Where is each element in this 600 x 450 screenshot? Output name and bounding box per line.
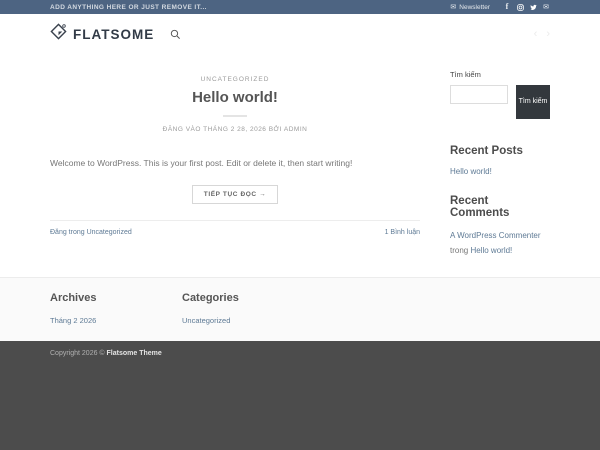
recent-comment-item: A WordPress Commenter trong Hello world! — [450, 228, 550, 258]
category-link[interactable]: Uncategorized — [182, 316, 230, 325]
categories-title: Categories — [182, 292, 314, 304]
newsletter-label: Newsletter — [459, 4, 490, 11]
page: ADD ANYTHING HERE OR JUST REMOVE IT... ✉… — [0, 0, 600, 450]
read-more-button[interactable]: TIẾP TỤC ĐỌC → — [192, 185, 278, 204]
search-input[interactable] — [450, 85, 508, 104]
post-header: UNCATEGORIZED Hello world! ĐĂNG VÀO THÁN… — [50, 54, 420, 133]
comment-author-link[interactable]: A WordPress Commenter — [450, 231, 541, 240]
search-widget-label: Tìm kiếm — [450, 70, 550, 79]
post-meta-row: Đăng trong Uncategorized 1 Bình luận — [50, 220, 420, 236]
recent-post-link[interactable]: Hello world! — [450, 167, 492, 176]
footer-widgets: Archives Tháng 2 2026 Categories Uncateg… — [0, 277, 600, 341]
archives-widget: Archives Tháng 2 2026 — [50, 292, 182, 328]
post-date: ĐĂNG VÀO THÁNG 2 28, 2026 BỞI ADMIN — [50, 126, 420, 133]
recent-comments-title: Recent Comments — [450, 195, 550, 219]
newsletter-link[interactable]: ✉ Newsletter — [450, 4, 490, 11]
recent-posts-title: Recent Posts — [450, 145, 550, 157]
post-title-link[interactable]: Hello world! — [50, 89, 420, 106]
categories-widget: Categories Uncategorized — [182, 292, 314, 328]
absolute-footer: Copyright 2026 © Flatsome Theme — [0, 341, 600, 450]
nav-prev-icon[interactable]: ‹ — [534, 29, 538, 40]
topbar: ADD ANYTHING HERE OR JUST REMOVE IT... ✉… — [0, 0, 600, 14]
nav-next-icon[interactable]: › — [546, 29, 550, 40]
search-icon[interactable] — [170, 29, 181, 40]
header-nav-arrows: ‹ › — [534, 29, 550, 40]
posted-in-label: Đăng trong — [50, 229, 85, 236]
posted-in-category-link[interactable]: Uncategorized — [87, 229, 132, 236]
instagram-icon[interactable] — [516, 3, 524, 11]
comments-link[interactable]: 1 Bình luận — [385, 229, 420, 236]
email-icon[interactable]: ✉ — [542, 3, 550, 11]
twitter-icon[interactable] — [529, 3, 537, 11]
comment-post-link[interactable]: Hello world! — [470, 246, 512, 255]
archive-month-link[interactable]: Tháng 2 2026 — [50, 316, 96, 325]
read-more-wrap: TIẾP TỤC ĐỌC → — [50, 183, 420, 204]
post-category-link[interactable]: UNCATEGORIZED — [201, 76, 270, 83]
copyright: Copyright 2026 © Flatsome Theme — [50, 350, 550, 357]
search-widget: Tìm kiếm Tìm kiếm — [450, 70, 550, 119]
sidebar: Tìm kiếm Tìm kiếm Recent Posts Hello wor… — [450, 54, 550, 258]
copyright-text: Copyright 2026 © — [50, 350, 107, 357]
posted-in: Đăng trong Uncategorized — [50, 229, 132, 236]
logo-text: FLATSOME — [73, 27, 154, 42]
comment-connector: trong — [450, 246, 468, 255]
title-divider — [223, 115, 247, 117]
main-content: UNCATEGORIZED Hello world! ĐĂNG VÀO THÁN… — [0, 54, 600, 277]
envelope-icon: ✉ — [450, 4, 456, 11]
site-header: FLATSOME ‹ › — [0, 14, 600, 54]
blog-post: UNCATEGORIZED Hello world! ĐĂNG VÀO THÁN… — [50, 54, 420, 236]
facebook-icon[interactable]: f — [503, 3, 511, 11]
flatsome-gem-icon — [50, 23, 67, 45]
topbar-message: ADD ANYTHING HERE OR JUST REMOVE IT... — [50, 4, 207, 11]
archives-title: Archives — [50, 292, 182, 304]
post-excerpt: Welcome to WordPress. This is your first… — [50, 157, 420, 170]
site-logo[interactable]: FLATSOME — [50, 23, 154, 45]
topbar-right: ✉ Newsletter f ✉ — [450, 3, 550, 11]
copyright-brand-link[interactable]: Flatsome Theme — [107, 350, 162, 357]
search-submit-button[interactable]: Tìm kiếm — [516, 85, 550, 119]
